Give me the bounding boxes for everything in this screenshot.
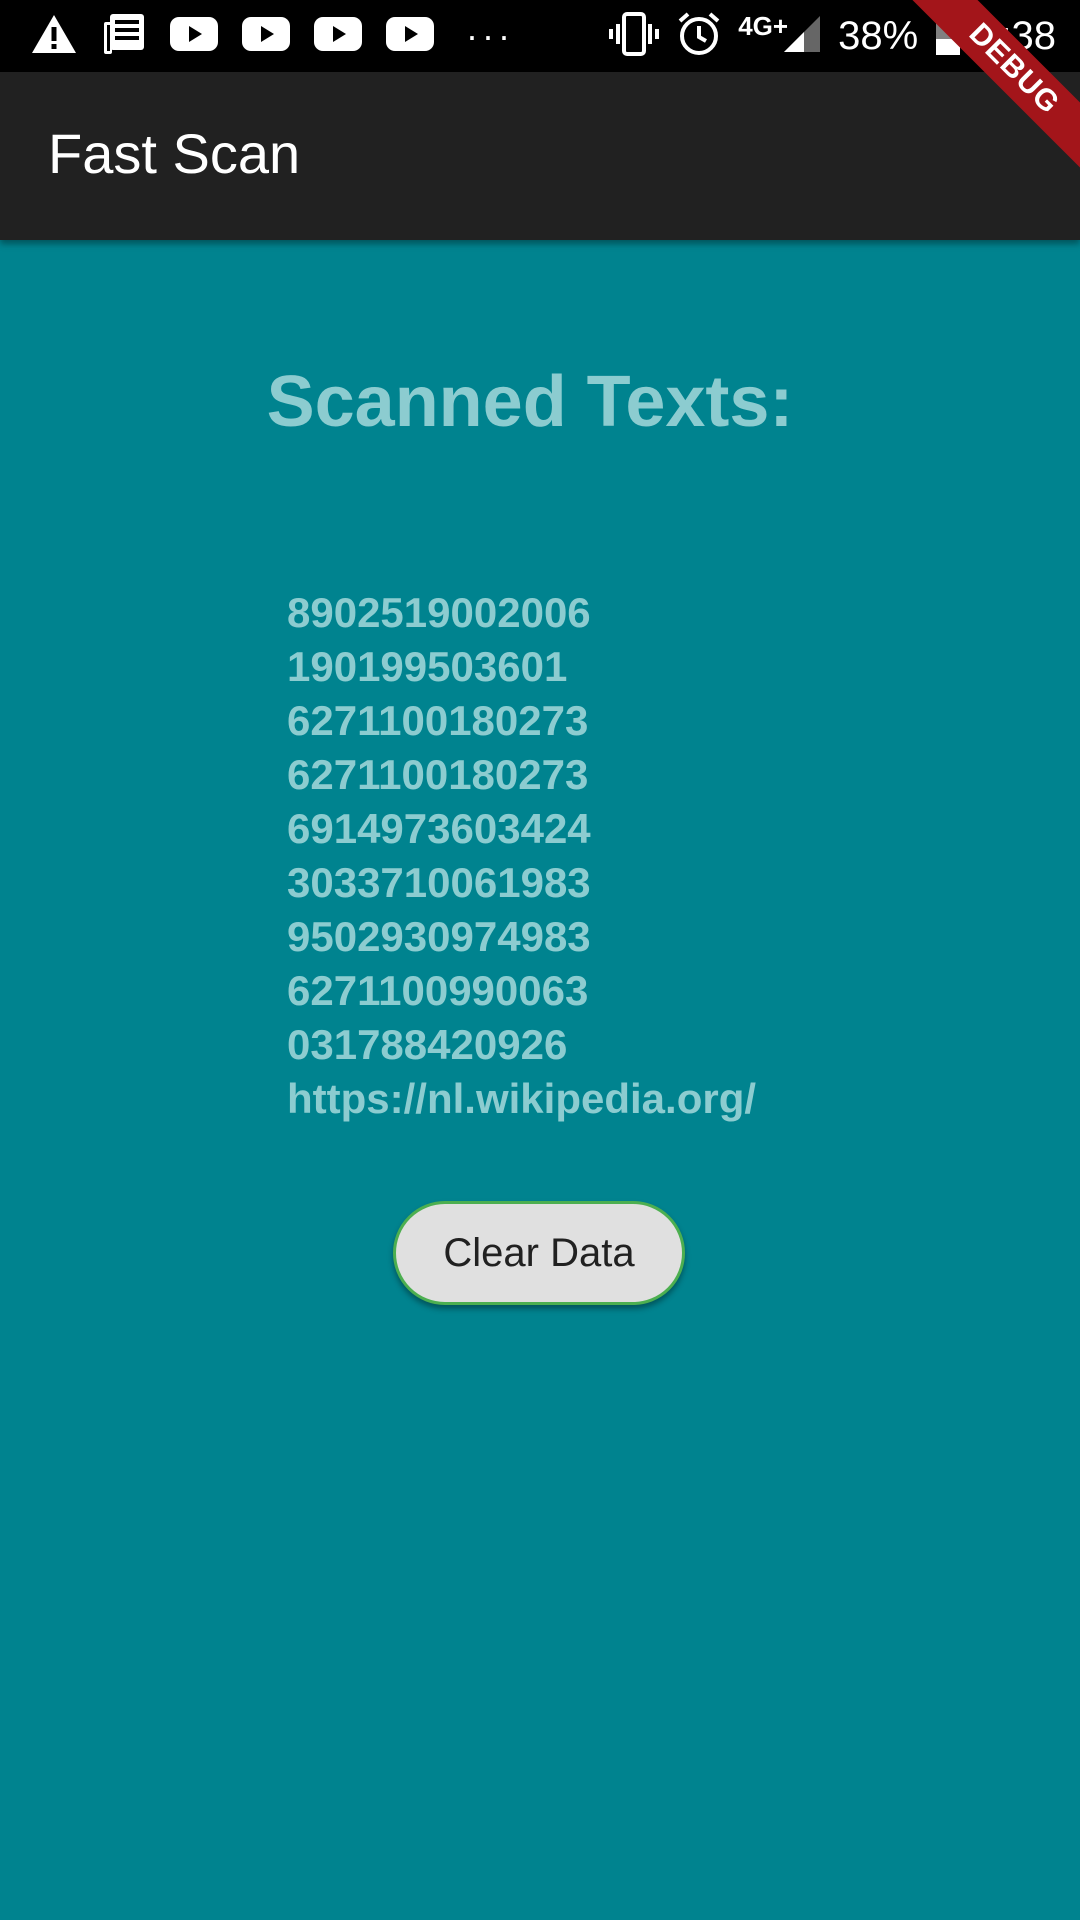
app-screen: ··· 4G+ 38% 9:38 Fast Scan DEBUG Scanned… bbox=[0, 0, 1080, 1920]
youtube-icon bbox=[314, 16, 362, 56]
scanned-item-url: https://nl.wikipedia.org/ bbox=[287, 1075, 757, 1122]
notification-icons: ··· bbox=[30, 12, 514, 60]
scanned-items-list: 8902519002006 190199503601 6271100180273… bbox=[287, 586, 756, 1126]
scanned-item: 190199503601 bbox=[287, 643, 568, 690]
youtube-icon bbox=[242, 16, 290, 56]
clear-data-button[interactable]: Clear Data bbox=[393, 1201, 685, 1305]
more-dots-icon: ··· bbox=[466, 15, 514, 56]
alarm-icon bbox=[676, 11, 722, 62]
scanned-texts-heading: Scanned Texts: bbox=[266, 362, 794, 442]
scanned-item: 6271100180273 bbox=[287, 697, 589, 744]
vibrate-icon bbox=[608, 11, 660, 61]
system-icons: 4G+ 38% 9:38 bbox=[608, 8, 1056, 64]
status-bar: ··· 4G+ 38% 9:38 bbox=[0, 0, 1080, 72]
scanned-item: 8902519002006 bbox=[287, 589, 591, 636]
youtube-icon bbox=[386, 16, 434, 56]
app-bar: Fast Scan bbox=[0, 72, 1080, 240]
scanned-item: 9502930974983 bbox=[287, 913, 591, 960]
scanned-item: 031788420926 bbox=[287, 1021, 568, 1068]
app-title: Fast Scan bbox=[48, 122, 301, 185]
scanned-item: 6271100180273 bbox=[287, 751, 589, 798]
battery-icon bbox=[934, 10, 962, 62]
warning-icon bbox=[30, 13, 78, 60]
network-type: 4G+ bbox=[738, 10, 789, 41]
battery-percent: 38% bbox=[838, 14, 919, 58]
scanned-item: 6914973603424 bbox=[287, 805, 591, 852]
scanned-item: 6271100990063 bbox=[287, 967, 589, 1014]
scanned-item: 3033710061983 bbox=[287, 859, 591, 906]
clock: 9:38 bbox=[978, 14, 1056, 58]
news-icon bbox=[102, 12, 146, 61]
youtube-icon bbox=[170, 16, 218, 56]
signal-icon bbox=[782, 14, 822, 59]
